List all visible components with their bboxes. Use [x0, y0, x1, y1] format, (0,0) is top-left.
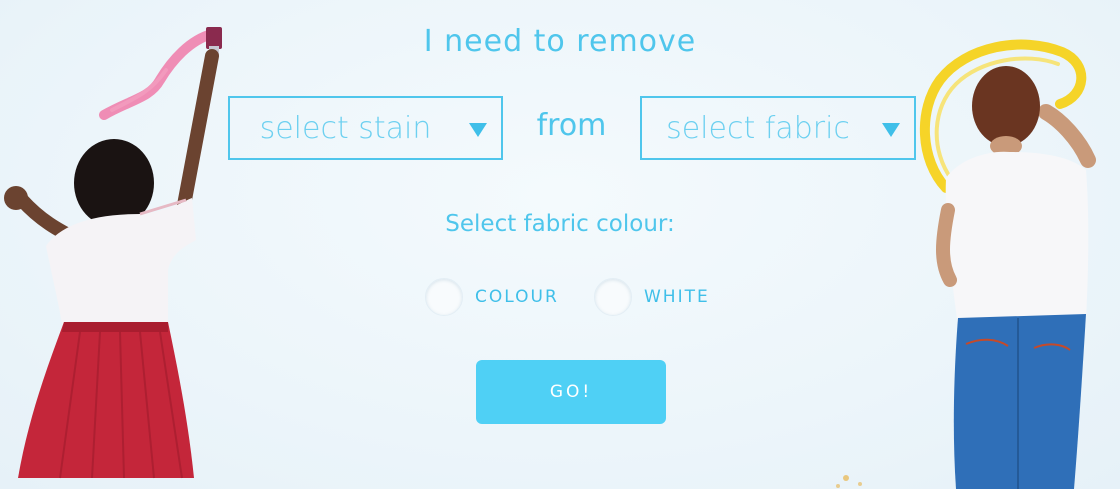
radio-circle[interactable]: [594, 278, 632, 316]
colour-radio[interactable]: COLOUR: [425, 277, 559, 317]
fabric-colour-prompt: Select fabric colour:: [445, 211, 675, 237]
caret-down-icon: [469, 123, 487, 137]
stain-select-label: select stain: [259, 111, 432, 146]
form-heading: I need to remove: [423, 24, 697, 59]
fabric-select[interactable]: select fabric: [640, 96, 916, 160]
caret-down-icon: [882, 123, 900, 137]
girl-figure: [4, 27, 222, 479]
white-radio-label: WHITE: [644, 287, 710, 307]
stain-finder-page: I need to remove select stain from selec…: [0, 0, 1120, 489]
white-radio[interactable]: WHITE: [594, 277, 710, 317]
radio-circle[interactable]: [425, 278, 463, 316]
fabric-select-label: select fabric: [666, 111, 850, 146]
colour-radio-label: COLOUR: [475, 287, 559, 307]
go-button[interactable]: GO!: [476, 360, 666, 424]
boy-figure: [936, 66, 1096, 489]
connector-text: from: [536, 108, 607, 143]
stain-select[interactable]: select stain: [228, 96, 503, 160]
